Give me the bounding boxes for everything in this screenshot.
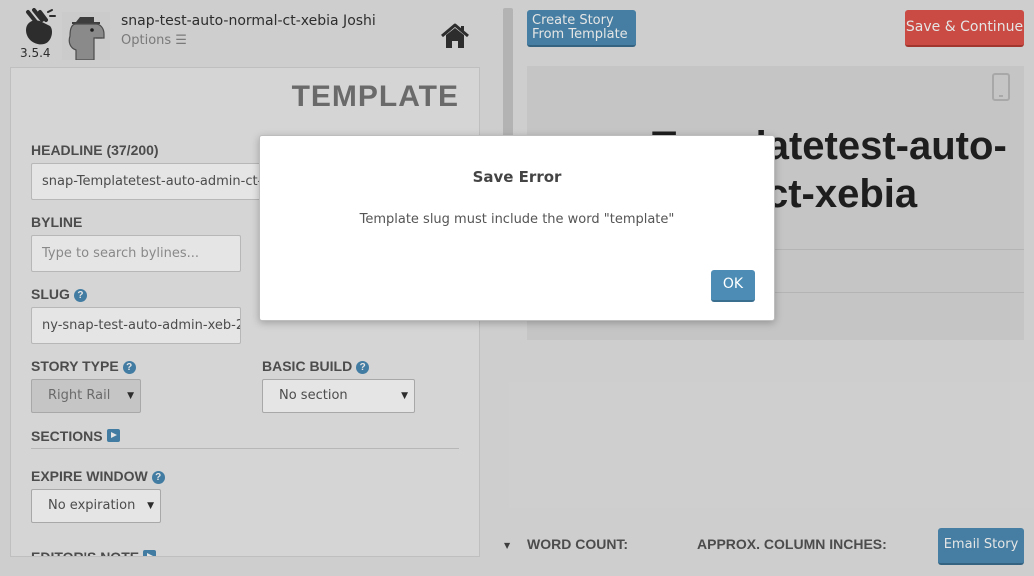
ok-button[interactable]: OK: [711, 270, 755, 302]
dialog-message: Template slug must include the word "tem…: [359, 212, 675, 227]
save-error-dialog: Save Error Template slug must include th…: [259, 135, 775, 321]
dialog-title: Save Error: [472, 168, 562, 186]
